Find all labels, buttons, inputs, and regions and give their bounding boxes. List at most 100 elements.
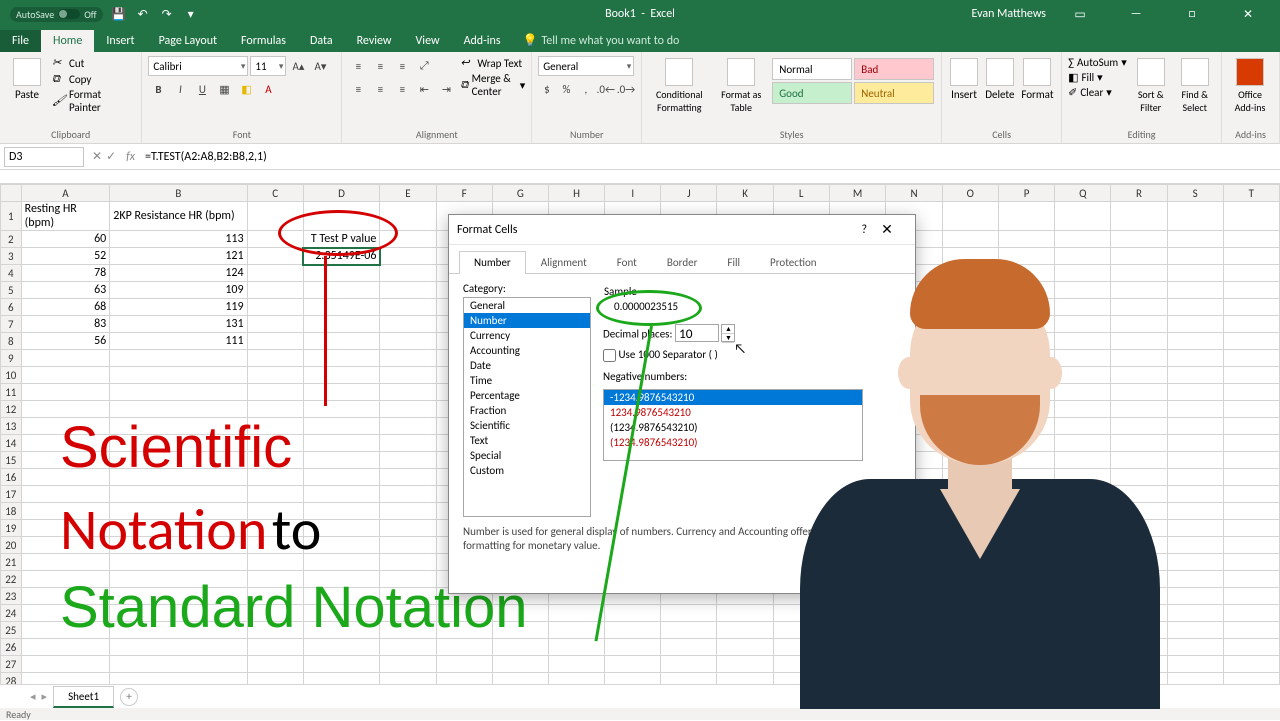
cell-D11[interactable] [303, 384, 380, 401]
negative-format-item[interactable]: (1234.9876543210) [604, 420, 862, 435]
cell-Q19[interactable] [1055, 520, 1111, 537]
cell-M26[interactable] [829, 639, 886, 656]
cell-E27[interactable] [380, 656, 436, 673]
row-header-21[interactable]: 21 [1, 554, 22, 571]
cell-K26[interactable] [717, 639, 773, 656]
cell-P26[interactable] [998, 639, 1054, 656]
col-header-I[interactable]: I [605, 185, 661, 202]
cell-A6[interactable]: 68 [21, 299, 110, 316]
cell-K25[interactable] [717, 622, 773, 639]
cell-D3[interactable]: 2.35149E-06 [303, 248, 380, 265]
col-header-R[interactable]: R [1111, 185, 1167, 202]
cell-E21[interactable] [380, 554, 436, 571]
cell-C20[interactable] [247, 537, 303, 554]
cell-Q24[interactable] [1055, 605, 1111, 622]
dialog-close-icon[interactable]: ✕ [867, 221, 907, 238]
cell-B19[interactable] [110, 520, 247, 537]
cell-B23[interactable] [110, 588, 247, 605]
cell-S7[interactable] [1167, 316, 1223, 333]
cell-Q4[interactable] [1055, 265, 1111, 282]
cell-O7[interactable] [942, 316, 998, 333]
category-item[interactable]: General [464, 298, 590, 313]
cell-T26[interactable] [1223, 639, 1279, 656]
cell-H24[interactable] [548, 605, 604, 622]
cell-C7[interactable] [247, 316, 303, 333]
cell-R16[interactable] [1111, 469, 1167, 486]
cell-P11[interactable] [998, 384, 1054, 401]
dlg-tab-protection[interactable]: Protection [755, 251, 832, 273]
cell-R21[interactable] [1111, 554, 1167, 571]
cell-A9[interactable] [21, 350, 110, 367]
category-item[interactable]: Percentage [464, 388, 590, 403]
cell-A20[interactable] [21, 537, 110, 554]
dlg-tab-fill[interactable]: Fill [712, 251, 755, 273]
cell-Q18[interactable] [1055, 503, 1111, 520]
cell-B24[interactable] [110, 605, 247, 622]
cell-S3[interactable] [1167, 248, 1223, 265]
cell-P20[interactable] [998, 537, 1054, 554]
cell-R23[interactable] [1111, 588, 1167, 605]
col-header-N[interactable]: N [886, 185, 942, 202]
cell-B28[interactable] [110, 673, 247, 685]
cell-E9[interactable] [380, 350, 436, 367]
cell-S17[interactable] [1167, 486, 1223, 503]
category-item[interactable]: Fraction [464, 403, 590, 418]
cell-S19[interactable] [1167, 520, 1223, 537]
find-select-button[interactable]: Find & Select [1175, 54, 1215, 114]
increase-decimal-icon[interactable]: .0← [597, 79, 615, 99]
cell-O9[interactable] [942, 350, 998, 367]
cell-A8[interactable]: 56 [21, 333, 110, 350]
cell-A7[interactable]: 83 [21, 316, 110, 333]
cell-A15[interactable] [21, 452, 110, 469]
cell-C16[interactable] [247, 469, 303, 486]
col-header-P[interactable]: P [998, 185, 1054, 202]
cell-B4[interactable]: 124 [110, 265, 247, 282]
cell-B10[interactable] [110, 367, 247, 384]
cell-C9[interactable] [247, 350, 303, 367]
cell-P22[interactable] [998, 571, 1054, 588]
cancel-formula-icon[interactable]: ✕ [92, 149, 102, 164]
cell-P28[interactable] [998, 673, 1054, 685]
cell-N25[interactable] [886, 622, 942, 639]
cell-S20[interactable] [1167, 537, 1223, 554]
cell-O25[interactable] [942, 622, 998, 639]
cell-C8[interactable] [247, 333, 303, 350]
cell-F25[interactable] [436, 622, 492, 639]
cell-style-neutral[interactable]: Neutral [854, 82, 934, 104]
cell-P19[interactable] [998, 520, 1054, 537]
add-sheet-button[interactable]: + [120, 688, 138, 706]
cell-S10[interactable] [1167, 367, 1223, 384]
format-as-table-button[interactable]: Format as Table [714, 54, 768, 114]
cell-P1[interactable] [998, 202, 1054, 231]
cell-P21[interactable] [998, 554, 1054, 571]
row-header-26[interactable]: 26 [1, 639, 22, 656]
tab-home[interactable]: Home [41, 30, 94, 52]
category-item[interactable]: Time [464, 373, 590, 388]
merge-center-button[interactable]: ⧉Merge & Center ▾ [460, 72, 525, 98]
enter-formula-icon[interactable]: ✓ [106, 149, 116, 164]
cell-A22[interactable] [21, 571, 110, 588]
comma-format-icon[interactable]: , [577, 79, 594, 99]
cell-L28[interactable] [773, 673, 829, 685]
cell-O5[interactable] [942, 282, 998, 299]
cell-A19[interactable] [21, 520, 110, 537]
cell-R5[interactable] [1111, 282, 1167, 299]
cell-O6[interactable] [942, 299, 998, 316]
cell-O26[interactable] [942, 639, 998, 656]
cell-P3[interactable] [998, 248, 1054, 265]
copy-button[interactable]: ⧉Copy [52, 72, 135, 86]
cell-P13[interactable] [998, 418, 1054, 435]
cell-R15[interactable] [1111, 452, 1167, 469]
row-header-23[interactable]: 23 [1, 588, 22, 605]
underline-button[interactable]: U [192, 79, 212, 99]
cell-C12[interactable] [247, 401, 303, 418]
autosave-toggle[interactable]: AutoSaveOff [10, 7, 103, 22]
row-header-20[interactable]: 20 [1, 537, 22, 554]
increase-font-icon[interactable]: A▴ [288, 56, 308, 76]
cell-J24[interactable] [661, 605, 717, 622]
cell-D27[interactable] [303, 656, 380, 673]
cell-P9[interactable] [998, 350, 1054, 367]
cell-R20[interactable] [1111, 537, 1167, 554]
row-header-6[interactable]: 6 [1, 299, 22, 316]
cell-Q7[interactable] [1055, 316, 1111, 333]
